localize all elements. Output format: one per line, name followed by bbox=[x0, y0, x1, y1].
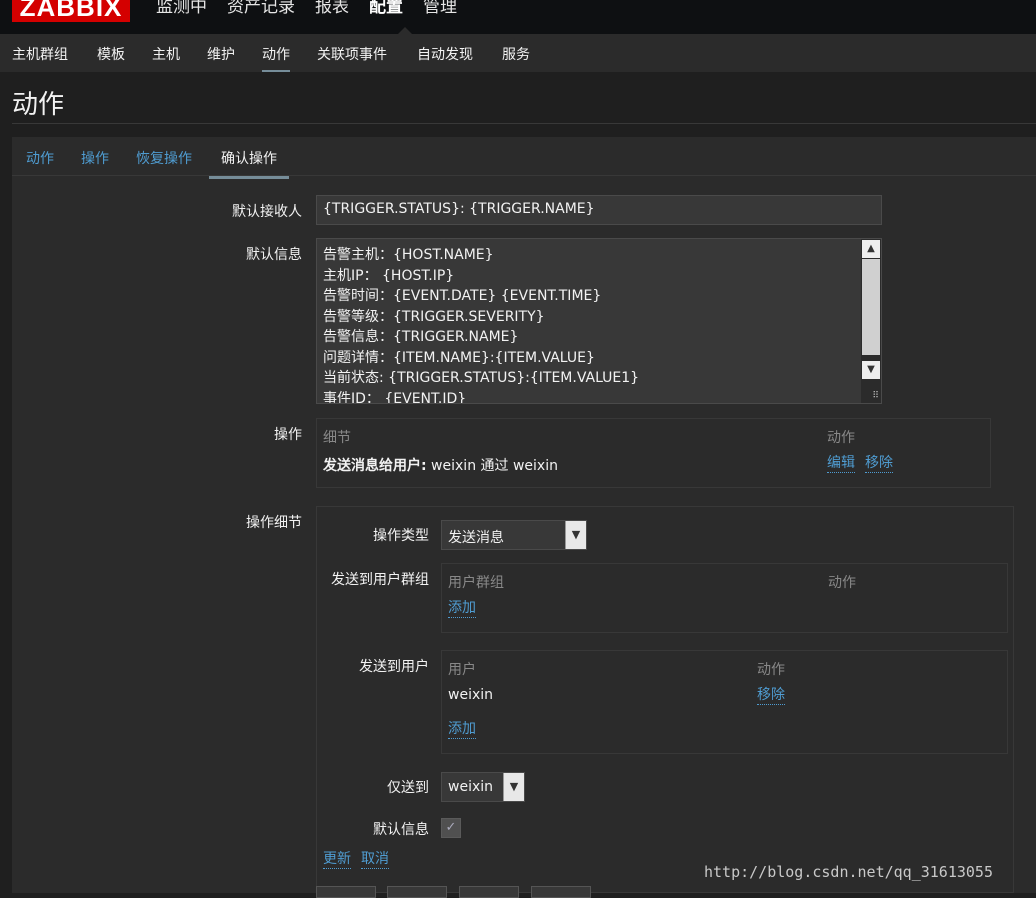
subnav-templates[interactable]: 模板 bbox=[97, 44, 125, 64]
nav-reports[interactable]: 报表 bbox=[315, 0, 349, 20]
user-name: weixin bbox=[448, 687, 494, 703]
bottom-button-3[interactable] bbox=[459, 886, 519, 898]
default-message-textarea[interactable]: 告警主机：{HOST.NAME} 主机IP： {HOST.IP} 告警时间：{E… bbox=[316, 238, 882, 404]
remove-operation-link[interactable]: 移除 bbox=[865, 455, 893, 473]
subnav-actions[interactable]: 动作 bbox=[262, 44, 290, 72]
nav-administration[interactable]: 管理 bbox=[423, 0, 457, 20]
operations-col-action: 动作 bbox=[827, 430, 855, 446]
title-divider bbox=[12, 123, 1036, 124]
operation-type-label: 操作类型 bbox=[373, 528, 429, 544]
message-line: 主机IP： {HOST.IP} bbox=[323, 267, 455, 284]
subnav-host-groups[interactable]: 主机群组 bbox=[12, 44, 68, 64]
cancel-link[interactable]: 取消 bbox=[361, 851, 389, 869]
edit-operation-link[interactable]: 编辑 bbox=[827, 455, 855, 473]
remove-user-link[interactable]: 移除 bbox=[757, 687, 785, 705]
send-only-to-select[interactable]: weixin ▼ bbox=[441, 772, 525, 802]
send-only-to-label: 仅送到 bbox=[387, 780, 429, 796]
checkmark-icon: ✓ bbox=[445, 820, 457, 835]
form-panel: 动作 操作 恢复操作 确认操作 默认接收人 {TRIGGER.STATUS}: … bbox=[12, 137, 1036, 893]
operation-type-select[interactable]: 发送消息 ▼ bbox=[441, 520, 587, 550]
message-line: 当前状态: {TRIGGER.STATUS}:{ITEM.VALUE1} bbox=[323, 370, 640, 386]
operations-label: 操作 bbox=[274, 427, 302, 443]
zabbix-logo[interactable]: ZABBIX bbox=[12, 0, 130, 22]
tab-divider bbox=[12, 175, 1036, 176]
default-message-label: 默认信息 bbox=[246, 247, 302, 263]
subnav-discovery[interactable]: 自动发现 bbox=[417, 44, 473, 64]
send-only-to-value: weixin bbox=[448, 779, 494, 795]
top-bar: ZABBIX 监测中 资产记录 报表 配置 管理 bbox=[0, 0, 1036, 34]
tab-action[interactable]: 动作 bbox=[26, 148, 54, 168]
nav-inventory[interactable]: 资产记录 bbox=[227, 0, 295, 20]
default-recipient-label: 默认接收人 bbox=[232, 204, 302, 220]
message-line: 事件ID： {EVENT.ID} bbox=[323, 390, 467, 404]
scroll-thumb[interactable] bbox=[862, 259, 880, 355]
tab-recovery-operations[interactable]: 恢复操作 bbox=[136, 148, 192, 168]
operation-type-value: 发送消息 bbox=[448, 530, 504, 546]
message-line: 告警信息：{TRIGGER.NAME} bbox=[323, 329, 519, 345]
textarea-scrollbar[interactable]: ▲ ▼ bbox=[861, 239, 881, 403]
nav-configuration[interactable]: 配置 bbox=[369, 0, 403, 20]
operation-row: 发送消息给用户: weixin 通过 weixin bbox=[323, 455, 558, 475]
update-link[interactable]: 更新 bbox=[323, 851, 351, 869]
nav-monitoring[interactable]: 监测中 bbox=[156, 0, 207, 20]
operation-row-detail: weixin 通过 weixin bbox=[426, 458, 558, 474]
subnav-hosts[interactable]: 主机 bbox=[152, 44, 180, 64]
bottom-button-1[interactable] bbox=[316, 886, 376, 898]
default-message-checkbox[interactable]: ✓ bbox=[441, 818, 461, 838]
subnav-maintenance[interactable]: 维护 bbox=[207, 44, 235, 64]
user-groups-col-action: 动作 bbox=[828, 575, 856, 591]
page-title: 动作 bbox=[12, 90, 65, 120]
add-user-group-link[interactable]: 添加 bbox=[448, 600, 476, 618]
chevron-down-icon: ▼ bbox=[565, 521, 586, 549]
user-groups-col-group: 用户群组 bbox=[448, 575, 504, 591]
sub-nav: 主机群组 模板 主机 维护 动作 关联项事件 自动发现 服务 bbox=[0, 34, 1036, 72]
operations-table: 细节 动作 发送消息给用户: weixin 通过 weixin 编辑 移除 bbox=[316, 418, 991, 488]
operation-row-type: 发送消息给用户: bbox=[323, 458, 427, 474]
bottom-button-2[interactable] bbox=[387, 886, 447, 898]
scroll-up-icon[interactable]: ▲ bbox=[862, 240, 880, 258]
active-nav-indicator bbox=[398, 27, 412, 34]
add-user-link[interactable]: 添加 bbox=[448, 721, 476, 739]
watermark: http://blog.csdn.net/qq_31613055 bbox=[704, 863, 993, 881]
resize-grip-icon[interactable]: ⠿ bbox=[872, 392, 879, 401]
details-default-message-label: 默认信息 bbox=[373, 822, 429, 838]
users-col-user: 用户 bbox=[448, 662, 476, 678]
main-nav: 监测中 资产记录 报表 配置 管理 bbox=[156, 0, 477, 20]
subnav-services[interactable]: 服务 bbox=[502, 44, 530, 64]
operation-details-label: 操作细节 bbox=[246, 515, 302, 531]
user-groups-table: 用户群组 动作 添加 bbox=[441, 563, 1008, 633]
message-line: 告警时间：{EVENT.DATE} {EVENT.TIME} bbox=[323, 288, 602, 304]
message-line: 告警主机：{HOST.NAME} bbox=[323, 247, 494, 263]
scroll-down-icon[interactable]: ▼ bbox=[862, 361, 880, 379]
users-table: 用户 动作 weixin 移除 添加 bbox=[441, 650, 1008, 754]
message-line: 问题详情：{ITEM.NAME}:{ITEM.VALUE} bbox=[323, 349, 595, 366]
default-recipient-input[interactable]: {TRIGGER.STATUS}: {TRIGGER.NAME} bbox=[316, 195, 882, 225]
operation-details-box: 操作类型 发送消息 ▼ 发送到用户群组 用户群组 动作 添加 发送到用户 用户 … bbox=[316, 506, 1014, 893]
chevron-down-icon: ▼ bbox=[503, 773, 524, 801]
users-col-action: 动作 bbox=[757, 662, 785, 678]
subnav-correlation[interactable]: 关联项事件 bbox=[317, 44, 387, 64]
send-to-groups-label: 发送到用户群组 bbox=[331, 572, 429, 588]
message-line: 告警等级：{TRIGGER.SEVERITY} bbox=[323, 308, 545, 325]
operations-col-details: 细节 bbox=[323, 430, 351, 446]
send-to-users-label: 发送到用户 bbox=[359, 659, 429, 675]
bottom-button-4[interactable] bbox=[531, 886, 591, 898]
tab-operations[interactable]: 操作 bbox=[81, 148, 109, 168]
